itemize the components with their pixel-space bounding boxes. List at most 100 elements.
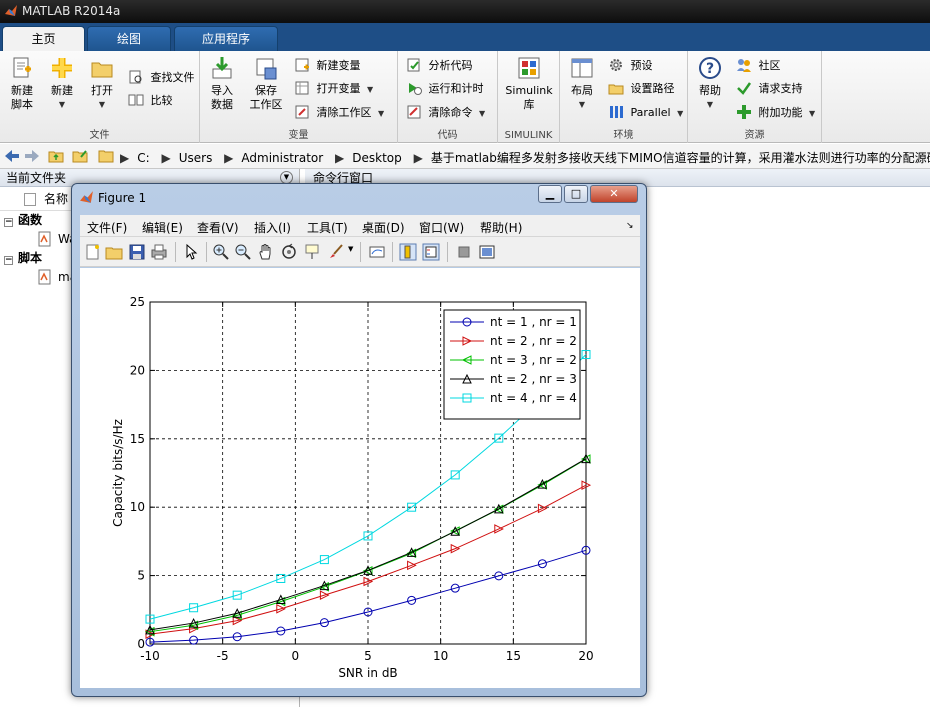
menu-edit[interactable]: 编辑(E) — [142, 219, 183, 236]
breadcrumb-item[interactable]: Administrator — [241, 151, 323, 165]
save-icon[interactable] — [128, 243, 146, 261]
set-path-button[interactable]: 设置路径 — [608, 79, 675, 99]
breadcrumb-item[interactable]: C: — [137, 151, 149, 165]
rotate-3d-icon[interactable] — [280, 243, 298, 261]
minimize-button[interactable]: ▁ — [538, 185, 562, 203]
new-variable-button[interactable]: 新建变量 — [294, 56, 361, 76]
zoom-out-icon[interactable] — [234, 243, 252, 261]
toolbar-divider — [175, 242, 176, 262]
clear-commands-icon — [407, 105, 421, 119]
addons-button[interactable]: 附加功能 ▼ — [736, 103, 815, 123]
save-workspace-button[interactable]: 保存 工作区 — [246, 55, 286, 112]
collapse-icon[interactable]: − — [4, 218, 13, 227]
new-variable-icon — [295, 58, 309, 72]
chevron-down-icon: ▼ — [706, 100, 714, 109]
new-script-button[interactable]: 新建 脚本 — [4, 55, 40, 112]
chevron-down-icon[interactable]: ▼ — [348, 245, 353, 253]
resources-group: ? 帮助 ▼ 社区 请求支持 附加功能 ▼ 资源 — [688, 51, 822, 143]
code-group-label: 代码 — [437, 130, 458, 141]
address-bar: ▶ C: ▶ Users ▶ Administrator ▶ Desktop ▶ 基于ma… — [0, 144, 930, 169]
clear-commands-button[interactable]: 清除命令 ▼ — [406, 103, 485, 123]
chevron-right-icon: ▶ — [413, 151, 423, 165]
toolbar-divider — [360, 242, 361, 262]
file-group: 新建 脚本 新建 ▼ 打开 ▼ 查找文件 比较 文件 — [0, 51, 200, 143]
figure-canvas[interactable]: -10 -5 0 5 10 15 20 0 5 10 15 20 25 SNR in dB Capacity… — [80, 268, 640, 688]
figure-title: Figure 1 — [98, 191, 147, 205]
print-icon[interactable] — [150, 243, 168, 261]
find-files-button[interactable]: 查找文件 — [128, 68, 195, 88]
brush-icon[interactable] — [327, 243, 345, 261]
figure-window: Figure 1 ▁ □ ✕ 文件(F) 编辑(E) 查看(V) 插入(I) 工… — [71, 183, 647, 697]
title-bar: MATLAB R2014a — [0, 0, 930, 23]
parallel-button[interactable]: Parallel ▼ — [608, 103, 683, 123]
pointer-icon[interactable] — [182, 243, 200, 261]
x-tick-label: -10 — [140, 649, 160, 663]
y-tick-label: 20 — [130, 363, 145, 377]
set-path-icon — [608, 84, 624, 95]
menu-file[interactable]: 文件(F) — [87, 219, 127, 236]
community-icon — [737, 59, 751, 72]
legend-icon[interactable] — [422, 243, 440, 261]
variable-group-label: 变量 — [288, 130, 309, 141]
breadcrumb-item[interactable]: Desktop — [352, 151, 402, 165]
menu-tools[interactable]: 工具(T) — [307, 219, 348, 236]
figure-menu-bar: 文件(F) 编辑(E) 查看(V) 插入(I) 工具(T) 桌面(D) 窗口(W… — [80, 215, 640, 237]
clear-workspace-button[interactable]: 清除工作区 ▼ — [294, 103, 384, 123]
run-and-time-button[interactable]: 运行和计时 — [406, 79, 484, 99]
menu-desktop[interactable]: 桌面(D) — [362, 219, 405, 236]
menu-view[interactable]: 查看(V) — [197, 219, 239, 236]
link-plot-icon[interactable] — [368, 243, 386, 261]
menu-insert[interactable]: 插入(I) — [254, 219, 291, 236]
data-cursor-icon[interactable] — [303, 243, 321, 261]
import-data-button[interactable]: 导入 数据 — [206, 55, 238, 112]
import-icon — [212, 57, 232, 79]
open-variable-button[interactable]: 打开变量 ▼ — [294, 79, 373, 99]
x-tick-label: -5 — [217, 649, 229, 663]
up-folder-icon[interactable] — [48, 149, 64, 163]
new-figure-icon[interactable] — [84, 243, 102, 261]
tab-plots[interactable]: 绘图 — [87, 26, 171, 51]
tab-home[interactable]: 主页 — [2, 26, 85, 51]
legend-entry: nt = 2 , nr = 2 — [490, 334, 577, 348]
browse-folder-icon[interactable] — [72, 149, 88, 163]
simulink-library-button[interactable]: Simulink 库 — [502, 55, 556, 112]
menu-help[interactable]: 帮助(H) — [480, 219, 522, 236]
breadcrumb[interactable]: ▶ C: ▶ Users ▶ Administrator ▶ Desktop ▶ 基于ma… — [120, 149, 930, 166]
collapse-icon[interactable]: − — [4, 256, 13, 265]
menu-window[interactable]: 窗口(W) — [419, 219, 464, 236]
community-button[interactable]: 社区 — [736, 56, 781, 76]
capacity-chart: -10 -5 0 5 10 15 20 0 5 10 15 20 25 SNR in dB Capacity… — [111, 295, 594, 680]
new-button[interactable]: 新建 ▼ — [46, 55, 78, 112]
chevron-down-icon: ▼ — [578, 100, 586, 109]
layout-button[interactable]: 布局 ▼ — [566, 55, 598, 112]
legend-entry: nt = 1 , nr = 1 — [490, 315, 577, 329]
forward-icon[interactable] — [24, 149, 40, 163]
open-file-icon[interactable] — [105, 243, 123, 261]
folder-icon — [91, 62, 113, 78]
request-support-button[interactable]: 请求支持 — [736, 79, 803, 99]
zoom-in-icon[interactable] — [212, 243, 230, 261]
colorbar-icon[interactable] — [399, 243, 417, 261]
run-and-time-icon — [409, 83, 422, 95]
pan-hand-icon[interactable] — [257, 243, 275, 261]
breadcrumb-item[interactable]: 基于matlab编程多发射多接收天线下MIMO信道容量的计算，采用灌水法则进行功… — [431, 151, 930, 165]
back-icon[interactable] — [4, 149, 20, 163]
analyze-code-button[interactable]: 分析代码 — [406, 56, 473, 76]
tab-apps[interactable]: 应用程序 — [174, 26, 278, 51]
show-plot-tools-icon[interactable] — [478, 243, 496, 261]
maximize-button[interactable]: □ — [564, 185, 588, 203]
preferences-button[interactable]: 预设 — [608, 56, 653, 76]
compare-button[interactable]: 比较 — [128, 91, 173, 111]
x-tick-label: 5 — [364, 649, 372, 663]
help-button[interactable]: ? 帮助 ▼ — [694, 55, 726, 112]
close-button[interactable]: ✕ — [590, 185, 638, 203]
svg-text:?: ? — [706, 61, 714, 77]
figure-toolbar: ▼ — [80, 237, 640, 267]
chevron-right-icon: ▶ — [120, 151, 130, 165]
open-button[interactable]: 打开 ▼ — [86, 55, 118, 112]
compare-icon — [128, 94, 144, 106]
hide-plot-tools-icon[interactable] — [455, 243, 473, 261]
dock-arrow-icon[interactable]: ↘ — [626, 221, 634, 231]
matlab-logo-icon — [80, 191, 93, 203]
breadcrumb-item[interactable]: Users — [179, 151, 213, 165]
